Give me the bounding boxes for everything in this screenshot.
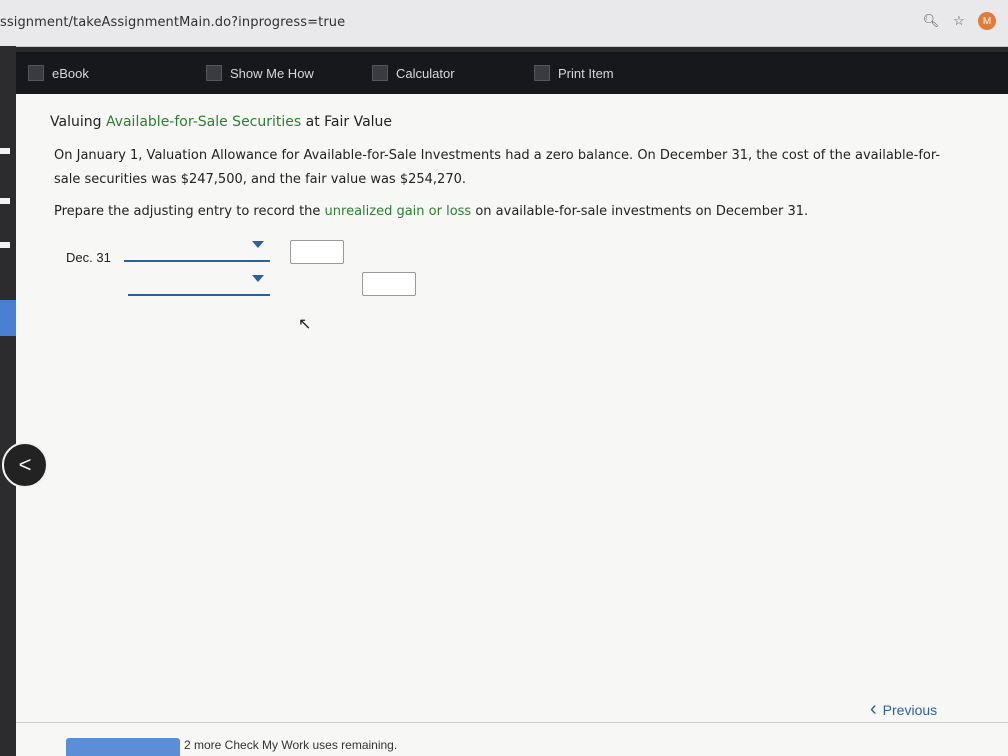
browser-address-bar: ssignment/takeAssignmentMain.do?inprogre…: [0, 0, 1008, 47]
debit-amount-input[interactable]: [290, 240, 344, 264]
ebook-button[interactable]: eBook: [28, 52, 89, 94]
journal-date: Dec. 31: [66, 250, 111, 265]
calculator-label: Calculator: [396, 65, 455, 81]
dropdown-arrow-icon: [252, 241, 264, 248]
problem-paragraph: On January 1, Valuation Allowance for Av…: [54, 144, 974, 192]
ebook-label: eBook: [52, 65, 89, 81]
side-tab[interactable]: [0, 300, 16, 336]
back-arrow-button[interactable]: <: [2, 442, 48, 488]
bezel-mark: [0, 198, 10, 204]
paragraph-line-1: On January 1, Valuation Allowance for Av…: [54, 148, 941, 163]
title-suffix: at Fair Value: [301, 114, 393, 130]
show-me-how-button[interactable]: Show Me How: [206, 52, 314, 94]
problem-prompt: Prepare the adjusting entry to record th…: [54, 204, 808, 219]
check-my-work-button[interactable]: [66, 738, 180, 756]
paragraph-line-2: sale securities was $247,500, and the fa…: [54, 172, 467, 187]
calculator-icon: [372, 65, 388, 81]
credit-account-dropdown[interactable]: [128, 272, 270, 296]
problem-content: Valuing Available-for-Sale Securities at…: [16, 94, 1008, 756]
debit-account-dropdown[interactable]: [124, 238, 270, 262]
print-item-label: Print Item: [558, 65, 614, 81]
chevron-left-icon: ‹: [870, 698, 877, 720]
footer-divider: [16, 722, 1008, 723]
calculator-button[interactable]: Calculator: [372, 52, 455, 94]
star-icon[interactable]: ☆: [950, 12, 968, 30]
print-icon: [534, 65, 550, 81]
prompt-suffix: on available-for-sale investments on Dec…: [471, 204, 809, 219]
address-bar-icons: 🔍︎ ☆ M: [922, 12, 996, 30]
prompt-prefix: Prepare the adjusting entry to record th…: [54, 204, 325, 219]
bezel-mark: [0, 148, 10, 154]
print-item-button[interactable]: Print Item: [534, 52, 614, 94]
show-me-how-label: Show Me How: [230, 65, 314, 81]
assignment-toolbar: eBook Show Me How Calculator Print Item: [16, 52, 1008, 94]
previous-button[interactable]: ‹ Previous: [870, 698, 937, 721]
title-prefix: Valuing: [50, 114, 106, 130]
zoom-icon[interactable]: 🔍︎: [922, 12, 940, 30]
prompt-link[interactable]: unrealized gain or loss: [325, 204, 472, 219]
credit-amount-input[interactable]: [362, 272, 416, 296]
previous-label: Previous: [882, 701, 938, 718]
url-text[interactable]: ssignment/takeAssignmentMain.do?inprogre…: [0, 15, 345, 30]
profile-avatar[interactable]: M: [978, 12, 996, 30]
bezel-mark: [0, 242, 10, 248]
dropdown-arrow-icon: [252, 275, 264, 282]
left-bezel: [0, 46, 16, 756]
title-link[interactable]: Available-for-Sale Securities: [106, 114, 301, 130]
book-icon: [28, 65, 44, 81]
video-icon: [206, 65, 222, 81]
problem-title: Valuing Available-for-Sale Securities at…: [50, 114, 392, 130]
check-work-remaining: 2 more Check My Work uses remaining.: [184, 738, 398, 752]
mouse-cursor-icon: ↖: [298, 316, 312, 333]
